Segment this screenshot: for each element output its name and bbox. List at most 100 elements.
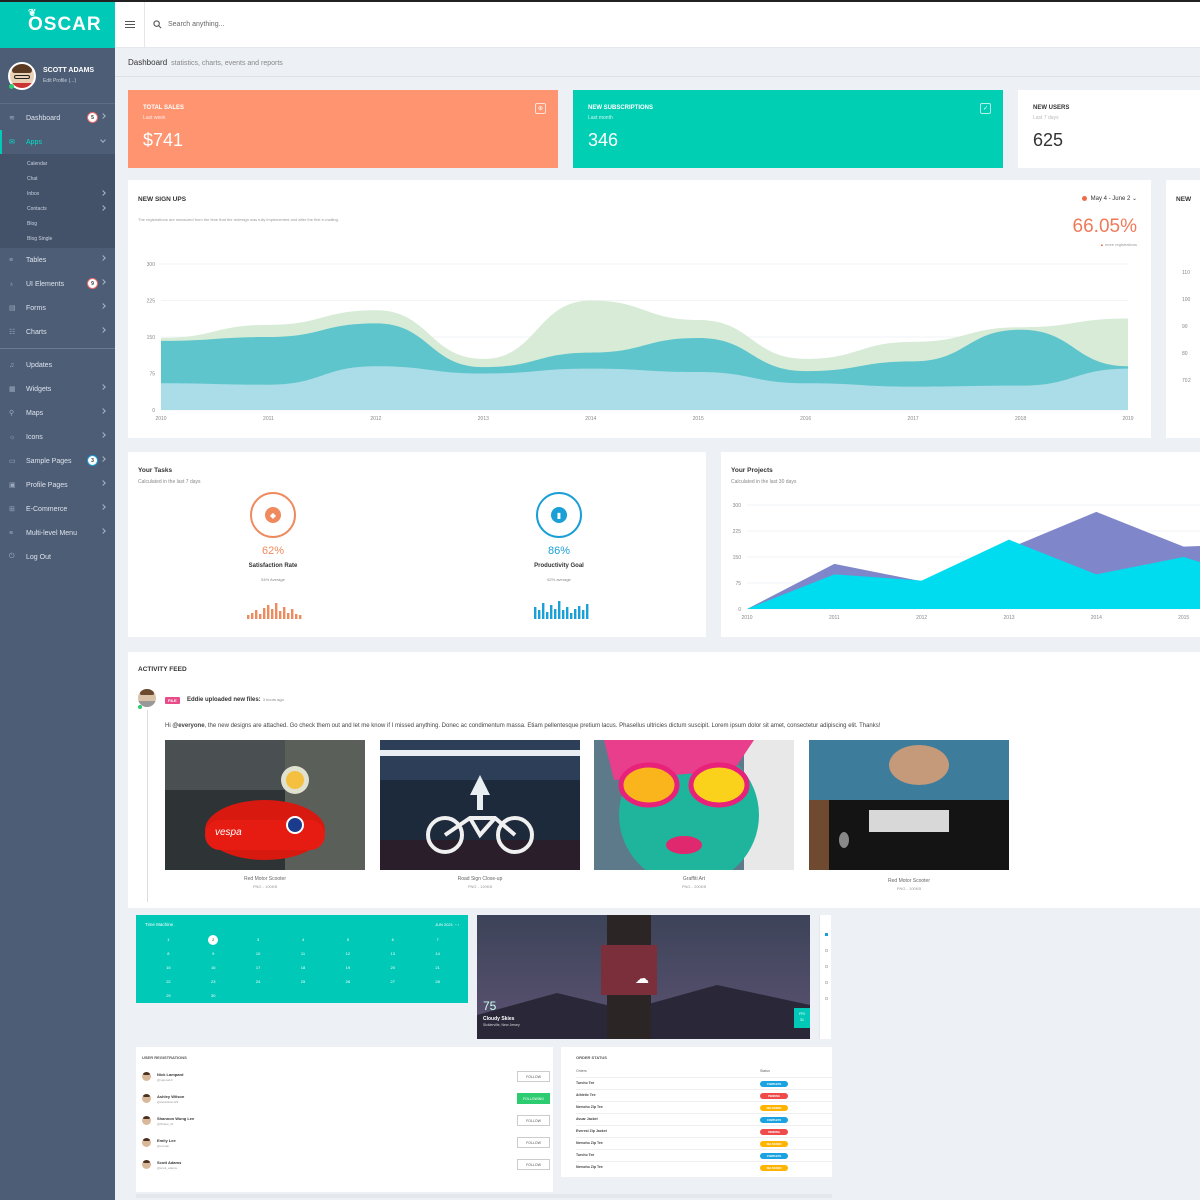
follow-button[interactable]: FOLLOW	[517, 1071, 550, 1082]
chevron-right-icon	[100, 303, 106, 309]
calendar-day[interactable]: 22	[146, 977, 191, 987]
x-tick-label: 2016	[800, 416, 811, 422]
sidebar-item-label: Contacts	[27, 205, 47, 212]
file-thumbnail-road-sign[interactable]	[380, 740, 580, 870]
file-thumbnail-graffiti[interactable]	[594, 740, 794, 870]
sidebar-subitem-calendar[interactable]: Calendar	[0, 156, 115, 171]
user-name: Shannon Wong Lee	[157, 1116, 195, 1121]
productivity-label: Productivity Goal	[534, 563, 584, 569]
calendar-day[interactable]: 6	[370, 935, 415, 945]
calendar-day[interactable]: 10	[236, 949, 281, 959]
sidebar-item-ui-elements[interactable]: ♁ UI Elements 9	[0, 272, 115, 296]
satisfaction-gauge: ◆	[250, 492, 296, 538]
calendar-day[interactable]: 25	[281, 977, 326, 987]
calendar-day[interactable]: 20	[370, 963, 415, 973]
avatar[interactable]	[142, 1116, 151, 1125]
sidebar-item-sample-pages[interactable]: ▭ Sample Pages 3	[0, 449, 115, 473]
calendar-day[interactable]: 13	[370, 949, 415, 959]
status-badge: PENDING	[760, 1093, 788, 1099]
table-row: Avuar Jacket COMPLETE	[576, 1113, 832, 1125]
calendar-widget: Time Machine JUN 2021 ‹ › 1 2 3 4 5 6 7 8 9 10 11 1…	[136, 915, 468, 1003]
table-row: Athletic Tee PENDING	[576, 1089, 832, 1101]
search-box[interactable]: Search anything...	[153, 20, 224, 29]
calendar-day[interactable]: 19	[325, 963, 370, 973]
avatar[interactable]	[142, 1138, 151, 1147]
sidebar-item-widgets[interactable]: ▦ Widgets	[0, 377, 115, 401]
chevron-left-icon[interactable]: ‹	[455, 922, 456, 927]
follow-button[interactable]: FOLLOW	[517, 1137, 550, 1148]
calendar-day[interactable]: 15	[146, 963, 191, 973]
cart-icon: ⊞	[9, 506, 15, 513]
mention-link[interactable]: @everyone	[172, 723, 204, 729]
table-row: Nemcho Zip Tee DELIVERED	[576, 1101, 832, 1113]
status-badge: COMPLETE	[760, 1153, 788, 1159]
avatar[interactable]	[142, 1160, 151, 1169]
sidebar-item-charts[interactable]: ☷ Charts	[0, 320, 115, 344]
sidebar-item-forms[interactable]: ▤ Forms	[0, 296, 115, 320]
chevron-right-icon	[100, 480, 106, 486]
file-thumbnail-scooter[interactable]: vespa	[165, 740, 365, 870]
file-thumbnail-keyboard[interactable]	[809, 740, 1009, 870]
calendar-day[interactable]: 24	[236, 977, 281, 987]
user-handle: @scott_adams	[157, 1166, 178, 1170]
calendar-day[interactable]: 23	[191, 977, 236, 987]
feed-headline: Eddie uploaded new files: 3 hours ago	[187, 697, 284, 703]
breadcrumb-divider	[115, 76, 1200, 77]
edit-profile-link[interactable]: Edit Profile (...)	[43, 78, 94, 84]
y-tick-label: 225	[147, 299, 156, 305]
sidebar-item-apps[interactable]: ✉ Apps	[0, 130, 115, 154]
calendar-day[interactable]: 8	[146, 949, 191, 959]
calendar-day[interactable]: 17	[236, 963, 281, 973]
x-tick-label: 2017	[908, 416, 919, 422]
sidebar-subitem-contacts[interactable]: Contacts	[0, 201, 115, 216]
sidebar-item-icons[interactable]: ☼ Icons	[0, 425, 115, 449]
follow-button[interactable]: FOLLOW	[517, 1115, 550, 1126]
menu-toggle-button[interactable]	[115, 1, 145, 48]
chevron-right-icon[interactable]: ›	[458, 922, 459, 927]
sidebar-subitem-blog[interactable]: Blog	[0, 216, 115, 231]
calendar-day[interactable]: 26	[325, 977, 370, 987]
sidebar-item-logout[interactable]: ⏻ Log Out	[0, 545, 115, 569]
stat-subtitle: Last 7 days	[1033, 115, 1059, 121]
sidebar-item-label: E-Commerce	[26, 505, 68, 513]
calendar-day[interactable]: 1	[146, 935, 191, 945]
sidebar-item-label: Apps	[26, 138, 42, 146]
calendar-day[interactable]: 12	[325, 949, 370, 959]
calendar-day[interactable]: 18	[281, 963, 326, 973]
follow-button[interactable]: FOLLOW	[517, 1159, 550, 1170]
avatar[interactable]	[142, 1072, 151, 1081]
sidebar-item-ecommerce[interactable]: ⊞ E-Commerce	[0, 497, 115, 521]
order-name: Avuar Jacket	[576, 1117, 598, 1121]
calendar-day[interactable]: 28	[415, 977, 460, 987]
avatar[interactable]	[142, 1094, 151, 1103]
calendar-day[interactable]: 9	[191, 949, 236, 959]
calendar-day[interactable]: 27	[370, 977, 415, 987]
calendar-day[interactable]: 4	[281, 935, 326, 945]
brand-logo[interactable]: ❦ OSCAR	[0, 2, 115, 48]
sidebar-item-multi-level-menu[interactable]: ≡ Multi-level Menu	[0, 521, 115, 545]
sidebar-item-updates[interactable]: ♫ Updates	[0, 353, 115, 377]
sidebar-subitem-inbox[interactable]: Inbox	[0, 186, 115, 201]
timeline-line	[147, 710, 148, 902]
sidebar-subitem-blog-single[interactable]: Blog Single	[0, 231, 115, 246]
sidebar-item-dashboard[interactable]: ≋ Dashboard 5	[0, 106, 115, 130]
sidebar-item-profile-pages[interactable]: ▣ Profile Pages	[0, 473, 115, 497]
sidebar-item-tables[interactable]: ≡ Tables	[0, 248, 115, 272]
sidebar-item-label: Dashboard	[26, 114, 61, 122]
calendar-day[interactable]: 14	[415, 949, 460, 959]
calendar-day[interactable]: 30	[191, 991, 236, 1001]
search-input[interactable]: Search anything...	[168, 21, 224, 28]
top-border	[0, 0, 1200, 2]
calendar-day[interactable]: 5	[325, 935, 370, 945]
sidebar-item-maps[interactable]: ⚲ Maps	[0, 401, 115, 425]
calendar-day[interactable]: 11	[281, 949, 326, 959]
calendar-day[interactable]: 3	[236, 935, 281, 945]
calendar-day[interactable]: 29	[146, 991, 191, 1001]
follow-button[interactable]: FOLLOWING	[517, 1093, 550, 1104]
calendar-day[interactable]: 21	[415, 963, 460, 973]
chevron-down-icon	[100, 137, 106, 143]
calendar-day[interactable]: 16	[191, 963, 236, 973]
calendar-day[interactable]: 7	[415, 935, 460, 945]
sidebar-subitem-chat[interactable]: Chat	[0, 171, 115, 186]
calendar-day[interactable]: 2	[208, 935, 219, 945]
